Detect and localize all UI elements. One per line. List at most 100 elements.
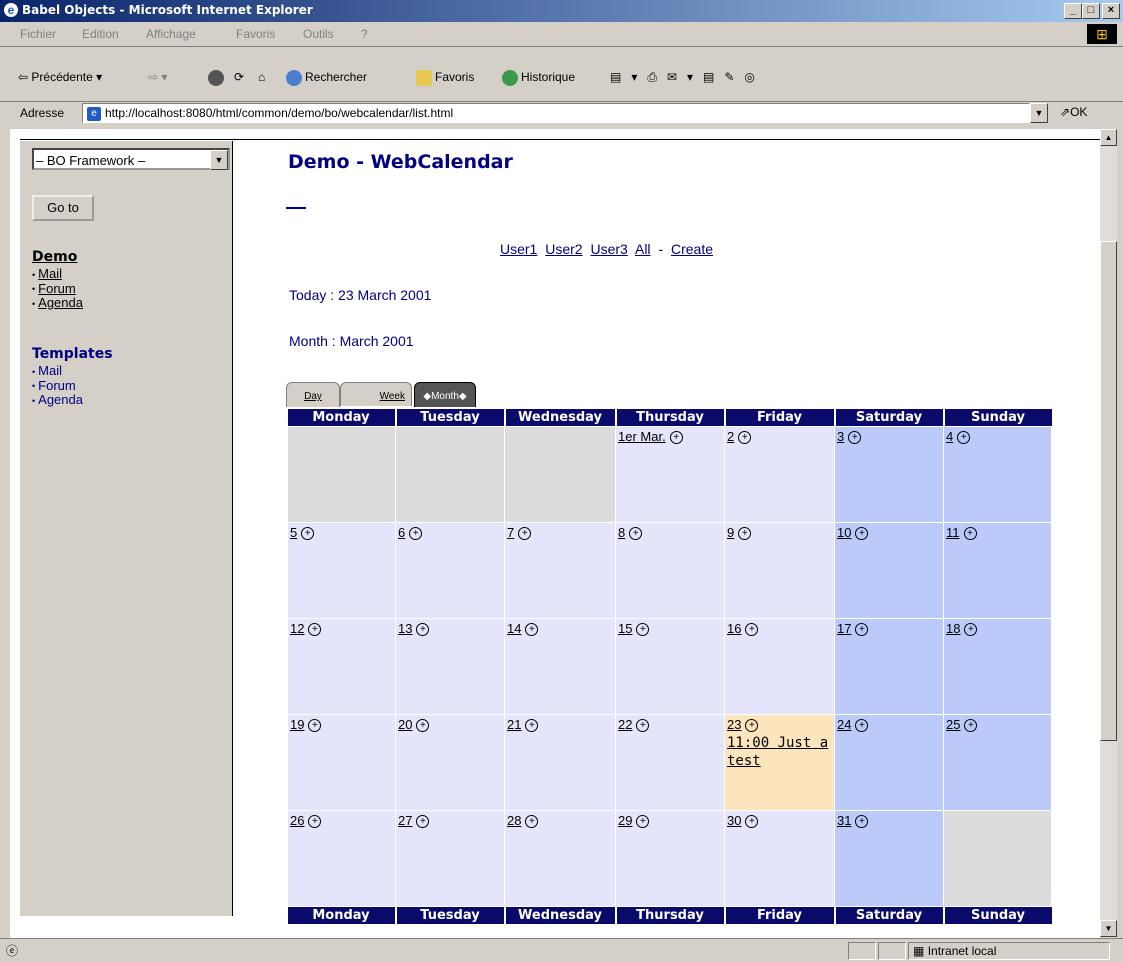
sidebar-item-agenda[interactable]: Agenda: [38, 295, 83, 310]
tab-month[interactable]: ◆Month◆: [414, 382, 476, 407]
back-button[interactable]: ⇦ Précédente ▾: [18, 68, 102, 86]
day-link[interactable]: 14: [507, 621, 521, 636]
scroll-down-button[interactable]: ▼: [1100, 920, 1117, 937]
day-link[interactable]: 2: [727, 429, 734, 444]
add-event-icon[interactable]: +: [855, 719, 869, 732]
create-link[interactable]: Create: [671, 241, 713, 257]
add-event-icon[interactable]: +: [518, 527, 532, 540]
day-link[interactable]: 8: [618, 525, 625, 540]
history-button[interactable]: Historique: [502, 68, 575, 86]
menu-edit[interactable]: Edition: [82, 27, 119, 41]
add-event-icon[interactable]: +: [745, 815, 759, 828]
day-link[interactable]: 27: [398, 813, 412, 828]
day-link[interactable]: 15: [618, 621, 632, 636]
template-item-mail[interactable]: Mail: [38, 363, 62, 378]
day-link[interactable]: 25: [946, 717, 960, 732]
add-event-icon[interactable]: +: [848, 431, 862, 444]
scroll-thumb[interactable]: [1100, 241, 1117, 741]
add-event-icon[interactable]: +: [308, 815, 322, 828]
day-link[interactable]: 9: [727, 525, 734, 540]
all-link[interactable]: All: [635, 241, 651, 257]
add-event-icon[interactable]: +: [963, 527, 977, 540]
day-link[interactable]: 29: [618, 813, 632, 828]
extra-toolbar-icons[interactable]: ▤▾⎙✉▾▤✎◎: [610, 68, 765, 86]
day-link[interactable]: 24: [837, 717, 851, 732]
day-link[interactable]: 12: [290, 621, 304, 636]
add-event-icon[interactable]: +: [308, 719, 322, 732]
day-link[interactable]: 22: [618, 717, 632, 732]
menu-help[interactable]: ?: [361, 27, 368, 41]
minimize-button[interactable]: _: [1064, 3, 1082, 19]
user1-link[interactable]: User1: [500, 241, 537, 257]
day-link[interactable]: 18: [946, 621, 960, 636]
menu-file[interactable]: Fichier: [20, 27, 56, 41]
add-event-icon[interactable]: +: [855, 527, 869, 540]
add-event-icon[interactable]: +: [855, 815, 869, 828]
vertical-scrollbar[interactable]: ▲ ▼: [1100, 129, 1117, 938]
day-link[interactable]: 1er Mar.: [618, 429, 666, 444]
maximize-button[interactable]: □: [1082, 3, 1100, 19]
add-event-icon[interactable]: +: [738, 431, 752, 444]
template-item-agenda[interactable]: Agenda: [38, 392, 83, 407]
forward-button[interactable]: ⇨ ▾: [148, 68, 167, 86]
day-link[interactable]: 19: [290, 717, 304, 732]
add-event-icon[interactable]: +: [957, 431, 971, 444]
add-event-icon[interactable]: +: [745, 719, 759, 732]
go-button[interactable]: ⇗OK: [1060, 105, 1087, 119]
day-link[interactable]: 28: [507, 813, 521, 828]
tab-week[interactable]: Week: [340, 382, 412, 406]
menu-view[interactable]: Affichage: [146, 27, 196, 41]
add-event-icon[interactable]: +: [525, 623, 539, 636]
user2-link[interactable]: User2: [545, 241, 582, 257]
day-link[interactable]: 30: [727, 813, 741, 828]
add-event-icon[interactable]: +: [636, 815, 650, 828]
sidebar-demo-title[interactable]: Demo: [32, 249, 77, 265]
framework-select[interactable]: – BO Framework – ▼: [32, 148, 230, 170]
event-link[interactable]: 11:00 Just a test: [727, 734, 832, 770]
search-button[interactable]: Rechercher: [286, 68, 367, 86]
add-event-icon[interactable]: +: [629, 527, 643, 540]
tab-day[interactable]: Day: [286, 382, 340, 407]
add-event-icon[interactable]: +: [738, 527, 752, 540]
sidebar-item-forum[interactable]: Forum: [38, 281, 76, 296]
close-button[interactable]: ×: [1102, 3, 1120, 19]
day-link[interactable]: 23: [727, 717, 741, 732]
day-link[interactable]: 31: [837, 813, 851, 828]
day-link[interactable]: 5: [290, 525, 297, 540]
add-event-icon[interactable]: +: [525, 815, 539, 828]
stop-button[interactable]: [208, 68, 227, 86]
day-link[interactable]: 11: [946, 525, 960, 540]
add-event-icon[interactable]: +: [636, 623, 650, 636]
sidebar-item-mail[interactable]: Mail: [38, 266, 62, 281]
day-link[interactable]: 10: [837, 525, 851, 540]
chevron-down-icon[interactable]: ▼: [210, 150, 228, 170]
day-link[interactable]: 7: [507, 525, 514, 540]
day-link[interactable]: 26: [290, 813, 304, 828]
day-link[interactable]: 17: [837, 621, 851, 636]
goto-button[interactable]: Go to: [32, 195, 94, 221]
day-link[interactable]: 6: [398, 525, 405, 540]
user3-link[interactable]: User3: [591, 241, 628, 257]
scroll-up-button[interactable]: ▲: [1100, 129, 1117, 146]
add-event-icon[interactable]: +: [636, 719, 650, 732]
refresh-button[interactable]: ⟳: [234, 68, 244, 86]
add-event-icon[interactable]: +: [669, 431, 683, 444]
day-link[interactable]: 13: [398, 621, 412, 636]
add-event-icon[interactable]: +: [416, 623, 430, 636]
day-link[interactable]: 4: [946, 429, 953, 444]
address-dropdown[interactable]: ▼: [1030, 103, 1048, 123]
day-link[interactable]: 3: [837, 429, 844, 444]
add-event-icon[interactable]: +: [525, 719, 539, 732]
day-link[interactable]: 21: [507, 717, 521, 732]
add-event-icon[interactable]: +: [745, 623, 759, 636]
add-event-icon[interactable]: +: [409, 527, 423, 540]
home-button[interactable]: ⌂: [258, 68, 265, 86]
day-link[interactable]: 20: [398, 717, 412, 732]
add-event-icon[interactable]: +: [308, 623, 322, 636]
template-item-forum[interactable]: Forum: [38, 378, 76, 393]
menu-favorites[interactable]: Favoris: [236, 27, 275, 41]
add-event-icon[interactable]: +: [416, 719, 430, 732]
menu-tools[interactable]: Outils: [303, 27, 334, 41]
day-link[interactable]: 16: [727, 621, 741, 636]
add-event-icon[interactable]: +: [301, 527, 315, 540]
